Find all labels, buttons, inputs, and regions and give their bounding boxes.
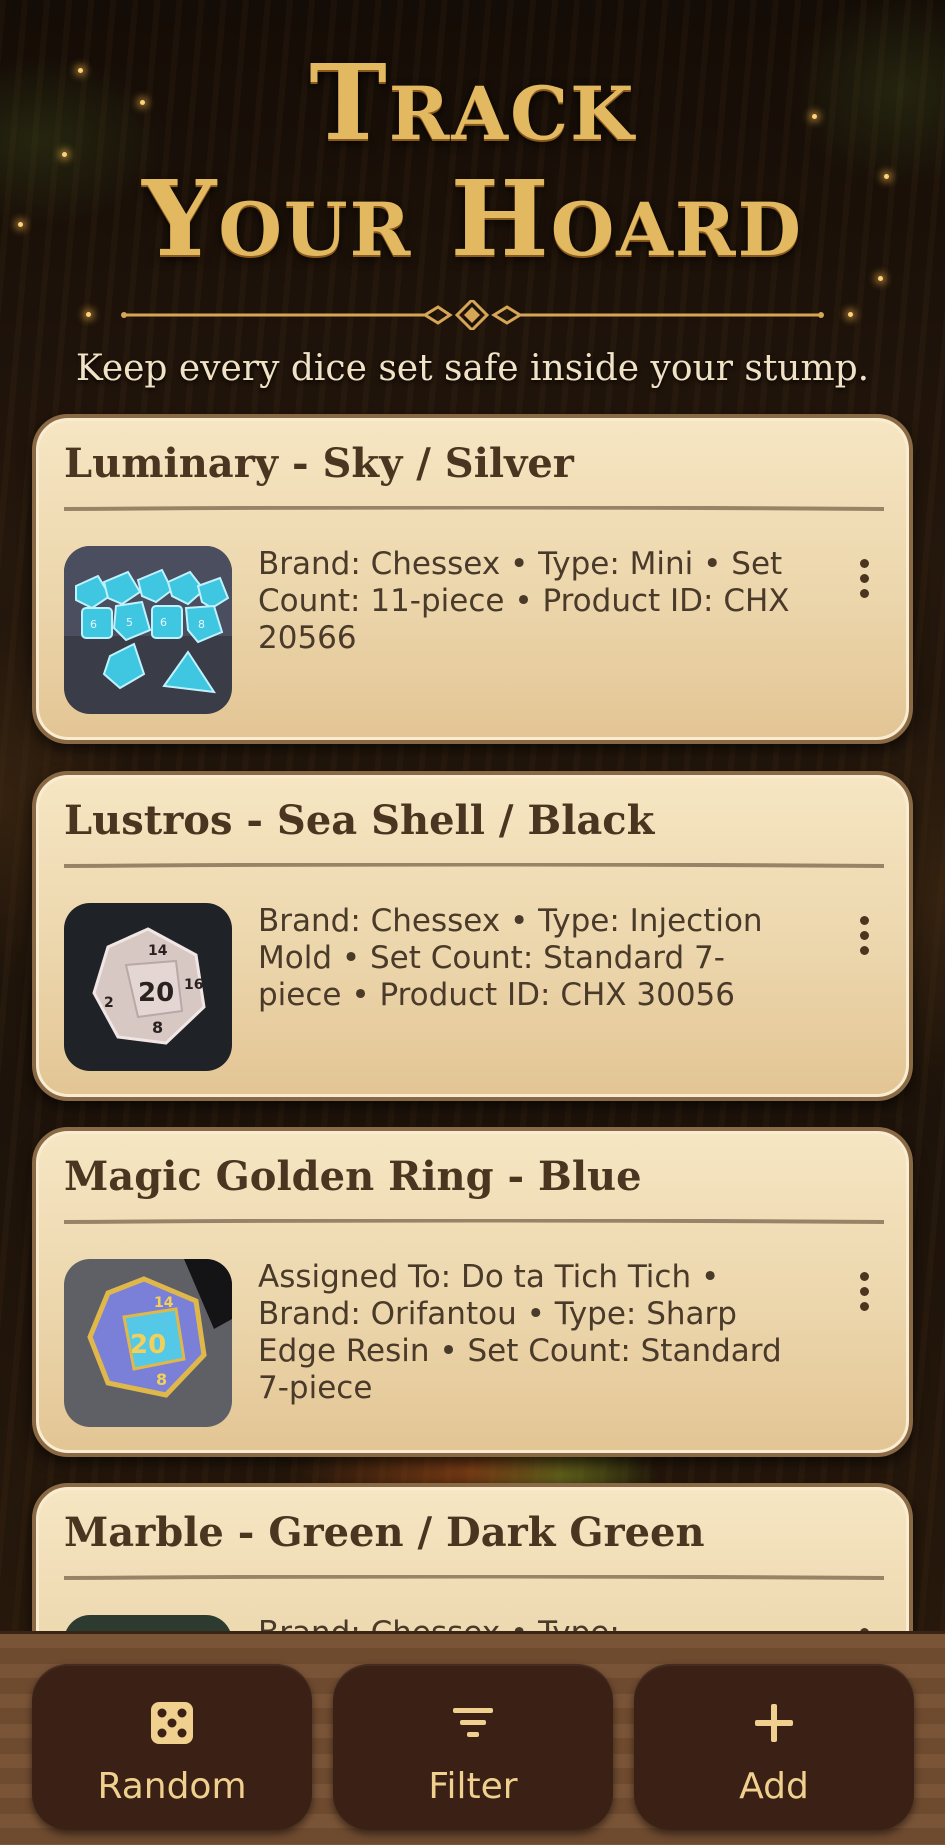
- dice-set-title: Marble - Green / Dark Green: [64, 1509, 705, 1556]
- random-button[interactable]: Random: [32, 1664, 312, 1830]
- dice-image-icon: 20 14 2 8 16: [64, 903, 232, 1071]
- dice-thumbnail[interactable]: 20 14 8: [64, 1259, 232, 1427]
- dice-set-details: Brand: Chessex • Type: Mini • Set Count:…: [258, 546, 790, 656]
- dice-set-card[interactable]: Lustros - Sea Shell / Black 20 14 2 8 16…: [32, 771, 913, 1101]
- bottom-action-bar: Random Filter Add: [0, 1631, 945, 1845]
- subtitle: Keep every dice set safe inside your stu…: [75, 348, 870, 389]
- svg-text:6: 6: [160, 616, 167, 629]
- page-title-line1: Track: [309, 41, 636, 164]
- dice-set-title: Magic Golden Ring - Blue: [64, 1153, 642, 1200]
- svg-text:14: 14: [148, 943, 168, 959]
- svg-text:20: 20: [130, 1330, 166, 1360]
- dice-set-title: Lustros - Sea Shell / Black: [64, 797, 655, 844]
- svg-text:6: 6: [90, 618, 97, 631]
- random-label: Random: [97, 1766, 247, 1807]
- dice-image-icon: 6 5 6 8: [64, 546, 232, 714]
- svg-text:2: 2: [104, 995, 114, 1011]
- svg-text:14: 14: [154, 1295, 174, 1311]
- card-divider: [64, 506, 884, 511]
- card-divider: [64, 1219, 884, 1224]
- dice-set-title: Luminary - Sky / Silver: [64, 440, 574, 487]
- dice-thumbnail[interactable]: 20 14 2 8 16: [64, 903, 232, 1071]
- more-options-icon[interactable]: [844, 905, 884, 965]
- add-label: Add: [739, 1766, 809, 1807]
- svg-text:8: 8: [156, 1370, 167, 1389]
- filter-button[interactable]: Filter: [333, 1664, 613, 1830]
- more-options-icon[interactable]: [844, 548, 884, 608]
- dice-image-icon: 20 14 8: [64, 1259, 232, 1427]
- svg-text:8: 8: [198, 618, 205, 631]
- dice-icon: [151, 1702, 193, 1744]
- add-button[interactable]: Add: [634, 1664, 914, 1830]
- dice-thumbnail[interactable]: 6 5 6 8: [64, 546, 232, 714]
- dice-set-card[interactable]: Luminary - Sky / Silver 6 5 6 8 Brand: Ches…: [32, 414, 913, 744]
- dice-set-card[interactable]: Magic Golden Ring - Blue 20 14 8 Assigne…: [32, 1127, 913, 1457]
- svg-text:8: 8: [152, 1018, 163, 1037]
- dice-set-details: Assigned To: Do ta Tich Tich • Brand: Or…: [258, 1259, 782, 1406]
- svg-text:5: 5: [126, 616, 133, 629]
- card-divider: [64, 863, 884, 868]
- plus-icon: [755, 1704, 793, 1742]
- header: Track Your Hoard Keep every dice set saf…: [0, 0, 945, 410]
- svg-text:20: 20: [138, 978, 174, 1008]
- card-divider: [64, 1575, 884, 1580]
- filter-label: Filter: [428, 1766, 518, 1807]
- svg-text:16: 16: [184, 977, 203, 993]
- more-options-icon[interactable]: [844, 1261, 884, 1321]
- page-title-line2: Your Hoard: [142, 157, 803, 280]
- dice-set-details: Brand: Chessex • Type: Injection Mold • …: [258, 903, 763, 1013]
- ornament-divider: [121, 300, 824, 330]
- filter-icon: [453, 1708, 493, 1737]
